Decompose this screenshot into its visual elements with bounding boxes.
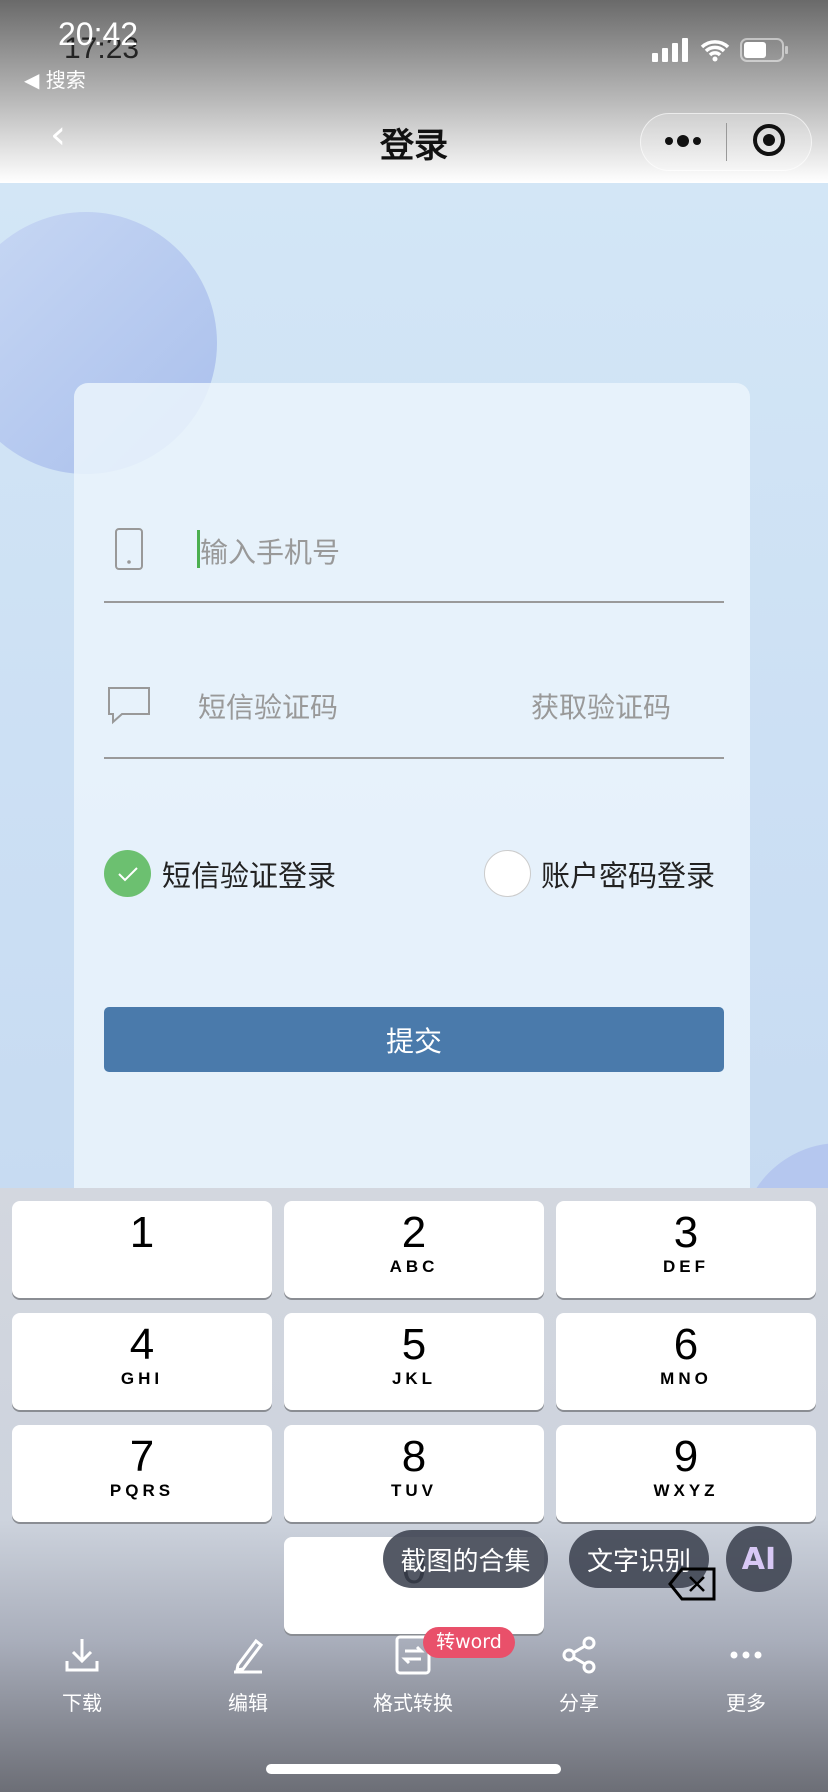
key-digit: 8 <box>401 1432 427 1481</box>
toolbar-label: 下载 <box>62 1691 102 1715</box>
sms-underline <box>104 757 724 759</box>
phone-icon <box>115 528 143 570</box>
close-mini-program-icon[interactable] <box>727 122 812 162</box>
status-time-overlay: 20:42 <box>58 16 139 52</box>
toolbar-label: 编辑 <box>228 1691 268 1715</box>
signal-icon <box>652 38 688 62</box>
key-1[interactable]: 1 <box>12 1201 272 1298</box>
decorative-circle <box>740 1143 828 1193</box>
key-2[interactable]: 2 ABC <box>284 1201 544 1298</box>
get-code-button[interactable]: 获取验证码 <box>531 686 671 726</box>
more-icon[interactable] <box>641 133 726 152</box>
share-icon <box>562 1636 596 1674</box>
key-digit: 7 <box>129 1432 155 1481</box>
key-letters: JKL <box>391 1369 437 1388</box>
key-digit: 9 <box>673 1432 699 1481</box>
key-letters: WXYZ <box>653 1481 719 1500</box>
key-digit: 3 <box>673 1208 699 1257</box>
check-icon <box>117 866 138 881</box>
phone-underline <box>104 601 724 603</box>
key-letters: GHI <box>120 1369 164 1388</box>
key-letters: TUV <box>391 1481 437 1500</box>
radio-password-login[interactable] <box>484 850 531 897</box>
message-icon <box>108 687 150 725</box>
key-4[interactable]: 4 GHI <box>12 1313 272 1410</box>
mini-program-capsule <box>640 113 812 171</box>
key-5[interactable]: 5 JKL <box>284 1313 544 1410</box>
key-digit: 2 <box>401 1208 427 1257</box>
toolbar-share-button[interactable]: 分享 <box>519 1635 639 1716</box>
download-icon <box>65 1639 99 1672</box>
key-digit: 4 <box>129 1320 155 1369</box>
status-icons <box>652 38 788 62</box>
radio-sms-login[interactable] <box>104 850 151 897</box>
sms-code-input[interactable]: 短信验证码 <box>198 686 338 726</box>
screenshot-collection-button[interactable]: 截图的合集 <box>383 1530 548 1588</box>
key-3[interactable]: 3 DEF <box>556 1201 816 1298</box>
more-icon <box>730 1651 762 1659</box>
toolbar-label: 更多 <box>726 1691 766 1715</box>
toolbar-download-button[interactable]: 下载 <box>22 1635 142 1716</box>
phone-input[interactable]: 输入手机号 <box>200 531 340 571</box>
key-letters: ABC <box>389 1257 439 1276</box>
battery-icon <box>740 38 788 62</box>
wifi-icon <box>700 40 730 62</box>
toolbar-edit-button[interactable]: 编辑 <box>188 1635 308 1716</box>
key-7[interactable]: 7 PQRS <box>12 1425 272 1522</box>
toolbar-more-button[interactable]: 更多 <box>686 1635 806 1716</box>
key-6[interactable]: 6 MNO <box>556 1313 816 1410</box>
key-digit: 6 <box>673 1320 699 1369</box>
edit-icon <box>234 1638 264 1674</box>
radio-password-label: 账户密码登录 <box>541 859 716 893</box>
radio-sms-label: 短信验证登录 <box>162 859 337 893</box>
back-to-search-link[interactable]: ◀ 搜索 <box>24 64 86 93</box>
key-letters: PQRS <box>109 1481 175 1500</box>
key-digit: 1 <box>129 1208 155 1257</box>
key-8[interactable]: 8 TUV <box>284 1425 544 1522</box>
key-9[interactable]: 9 WXYZ <box>556 1425 816 1522</box>
key-digit: 5 <box>401 1320 427 1369</box>
submit-button[interactable]: 提交 <box>104 1007 724 1072</box>
ai-button[interactable]: AI <box>726 1526 792 1592</box>
key-letters: DEF <box>663 1257 709 1276</box>
to-word-badge: 转word <box>423 1627 515 1658</box>
toolbar-label: 格式转换 <box>373 1691 453 1715</box>
delete-icon[interactable] <box>668 1567 716 1601</box>
toolbar-label: 分享 <box>559 1691 599 1715</box>
key-letters: MNO <box>660 1369 712 1388</box>
home-indicator[interactable] <box>266 1764 561 1774</box>
